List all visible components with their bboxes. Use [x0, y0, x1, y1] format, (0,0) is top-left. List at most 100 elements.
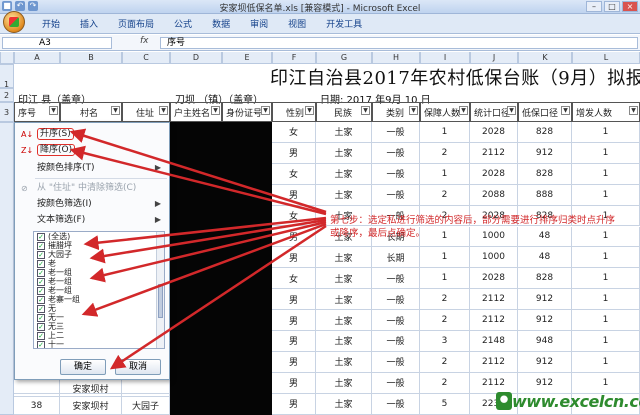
- cell-ethnicity[interactable]: 土家: [316, 122, 372, 143]
- cell-gender[interactable]: 男: [272, 142, 316, 164]
- cell-gender[interactable]: 女: [272, 205, 316, 227]
- filter-list-item[interactable]: ✓ 上二: [34, 331, 164, 340]
- cell-statistic-caliber[interactable]: 2112: [470, 142, 518, 164]
- select-all-corner[interactable]: [0, 52, 14, 64]
- sort-ascending-item[interactable]: A↓ 升序(S): [17, 127, 167, 141]
- cell-statistic-caliber[interactable]: 2028: [470, 163, 518, 185]
- name-box[interactable]: A3: [2, 37, 112, 49]
- clear-filter-item[interactable]: ⊘ 从 "住址" 中清除筛选(C): [17, 181, 167, 195]
- cell-statistic-caliber[interactable]: 2088: [470, 184, 518, 206]
- cell-gender[interactable]: 女: [272, 268, 316, 290]
- cell-extra-count[interactable]: 1: [572, 372, 640, 394]
- cell-statistic-caliber[interactable]: 1000: [470, 247, 518, 269]
- header-cell[interactable]: 统计口径 ▼: [470, 102, 518, 122]
- cell-category[interactable]: 一般: [372, 351, 420, 373]
- cell-gender[interactable]: 男: [272, 184, 316, 206]
- column-header[interactable]: A: [14, 52, 60, 64]
- cell-ethnicity[interactable]: 土家: [316, 289, 372, 311]
- filter-value-list[interactable]: ✓ (全选) ✓ 摧腊坪 ✓ 大园子 ✓ 老 ✓ 老一组 ✓ 老一组 ✓ 老一组 ✓ 老寨一组 ✓ 无 ✓ 无一 ✓ 无三…: [33, 231, 165, 349]
- cell-guaranteed-count[interactable]: 1: [420, 247, 470, 269]
- header-cell[interactable]: 村名 ▼: [60, 102, 122, 122]
- cell-ethnicity[interactable]: 土家: [316, 247, 372, 269]
- tab-view[interactable]: 视图: [278, 18, 316, 32]
- cell-extra-count[interactable]: 1: [572, 331, 640, 352]
- cell-gender[interactable]: 女: [272, 122, 316, 143]
- cell-statistic-caliber[interactable]: 2112: [470, 351, 518, 373]
- cell-village[interactable]: 安家坝村: [60, 380, 122, 397]
- cell-category[interactable]: 一般: [372, 393, 420, 415]
- checkbox-icon[interactable]: ✓: [37, 278, 45, 286]
- cell-subsidy-caliber[interactable]: 828: [518, 268, 572, 290]
- cell-statistic-caliber[interactable]: 2112: [470, 372, 518, 394]
- checkbox-icon[interactable]: ✓: [37, 269, 45, 277]
- column-header[interactable]: I: [420, 52, 470, 64]
- cell-subsidy-caliber[interactable]: 828: [518, 163, 572, 185]
- cell-statistic-caliber[interactable]: 2112: [470, 310, 518, 331]
- filter-button[interactable]: ▼: [305, 106, 314, 115]
- row-header[interactable]: 1: [0, 64, 14, 89]
- checkbox-icon[interactable]: ✓: [37, 341, 45, 348]
- cell-category[interactable]: 一般: [372, 268, 420, 290]
- cell-address[interactable]: 大园子: [122, 397, 170, 415]
- filter-button[interactable]: ▼: [561, 106, 570, 115]
- scrollbar-thumb[interactable]: [158, 284, 163, 318]
- cell-guaranteed-count[interactable]: 5: [420, 393, 470, 415]
- cell-extra-count[interactable]: 1: [572, 142, 640, 164]
- filter-list-item[interactable]: ✓ 十一: [34, 340, 164, 348]
- filter-button[interactable]: ▼: [211, 106, 220, 115]
- filter-list-item[interactable]: ✓ (全选): [34, 232, 164, 241]
- cell-category[interactable]: 一般: [372, 163, 420, 185]
- cell-guaranteed-count[interactable]: 2: [420, 289, 470, 311]
- cell-extra-count[interactable]: 1: [572, 289, 640, 311]
- list-scrollbar[interactable]: [156, 232, 164, 348]
- cell-ethnicity[interactable]: 土家: [316, 142, 372, 164]
- filter-button[interactable]: ▼: [261, 106, 270, 115]
- cell-subsidy-caliber[interactable]: 948: [518, 331, 572, 352]
- cell-gender[interactable]: 男: [272, 226, 316, 248]
- filter-button[interactable]: ▼: [507, 106, 516, 115]
- tab-review[interactable]: 审阅: [240, 18, 278, 32]
- ok-button[interactable]: 确定: [60, 359, 106, 375]
- checkbox-icon[interactable]: ✓: [37, 305, 45, 313]
- cell-guaranteed-count[interactable]: 2: [420, 372, 470, 394]
- maximize-icon[interactable]: □: [604, 1, 620, 12]
- cell-guaranteed-count[interactable]: 3: [420, 331, 470, 352]
- filter-active-button[interactable]: ▼: [159, 106, 168, 115]
- checkbox-icon[interactable]: ✓: [37, 332, 45, 340]
- cell-address[interactable]: [122, 380, 170, 397]
- fx-icon[interactable]: fx: [140, 36, 149, 46]
- cell-category[interactable]: 一般: [372, 310, 420, 331]
- cell-number[interactable]: 38: [14, 397, 60, 415]
- cell-statistic-caliber[interactable]: 2028: [470, 268, 518, 290]
- header-cell[interactable]: 住址 ▼: [122, 102, 170, 122]
- filter-list-item[interactable]: ✓ 无: [34, 304, 164, 313]
- cell-ethnicity[interactable]: 土家: [316, 372, 372, 394]
- cell-statistic-caliber[interactable]: 2148: [470, 331, 518, 352]
- header-cell[interactable]: 类别 ▼: [372, 102, 420, 122]
- cell-gender[interactable]: 男: [272, 393, 316, 415]
- checkbox-icon[interactable]: ✓: [37, 251, 45, 259]
- cell-ethnicity[interactable]: 土家: [316, 393, 372, 415]
- filter-list-item[interactable]: ✓ 摧腊坪: [34, 241, 164, 250]
- row-header[interactable]: 3: [0, 102, 14, 122]
- filter-list-item[interactable]: ✓ 老寨一组: [34, 295, 164, 304]
- minimize-icon[interactable]: –: [586, 1, 602, 12]
- cell-gender[interactable]: 男: [272, 289, 316, 311]
- column-header[interactable]: F: [272, 52, 316, 64]
- cell-gender[interactable]: 男: [272, 331, 316, 352]
- cell-guaranteed-count[interactable]: 2: [420, 142, 470, 164]
- cancel-button[interactable]: 取消: [115, 359, 161, 375]
- tab-page-layout[interactable]: 页面布局: [108, 18, 164, 32]
- sort-descending-item[interactable]: Z↓ 降序(O): [17, 143, 167, 157]
- cell-ethnicity[interactable]: 土家: [316, 163, 372, 185]
- cell-category[interactable]: 一般: [372, 122, 420, 143]
- cell-guaranteed-count[interactable]: 1: [420, 122, 470, 143]
- cell-gender[interactable]: 女: [272, 163, 316, 185]
- formula-input[interactable]: 序号: [160, 37, 638, 49]
- cell-gender[interactable]: 男: [272, 351, 316, 373]
- cell-gender[interactable]: 男: [272, 247, 316, 269]
- cell-guaranteed-count[interactable]: 1: [420, 163, 470, 185]
- cell-category[interactable]: 一般: [372, 142, 420, 164]
- checkbox-icon[interactable]: ✓: [37, 296, 45, 304]
- cell-category[interactable]: 一般: [372, 331, 420, 352]
